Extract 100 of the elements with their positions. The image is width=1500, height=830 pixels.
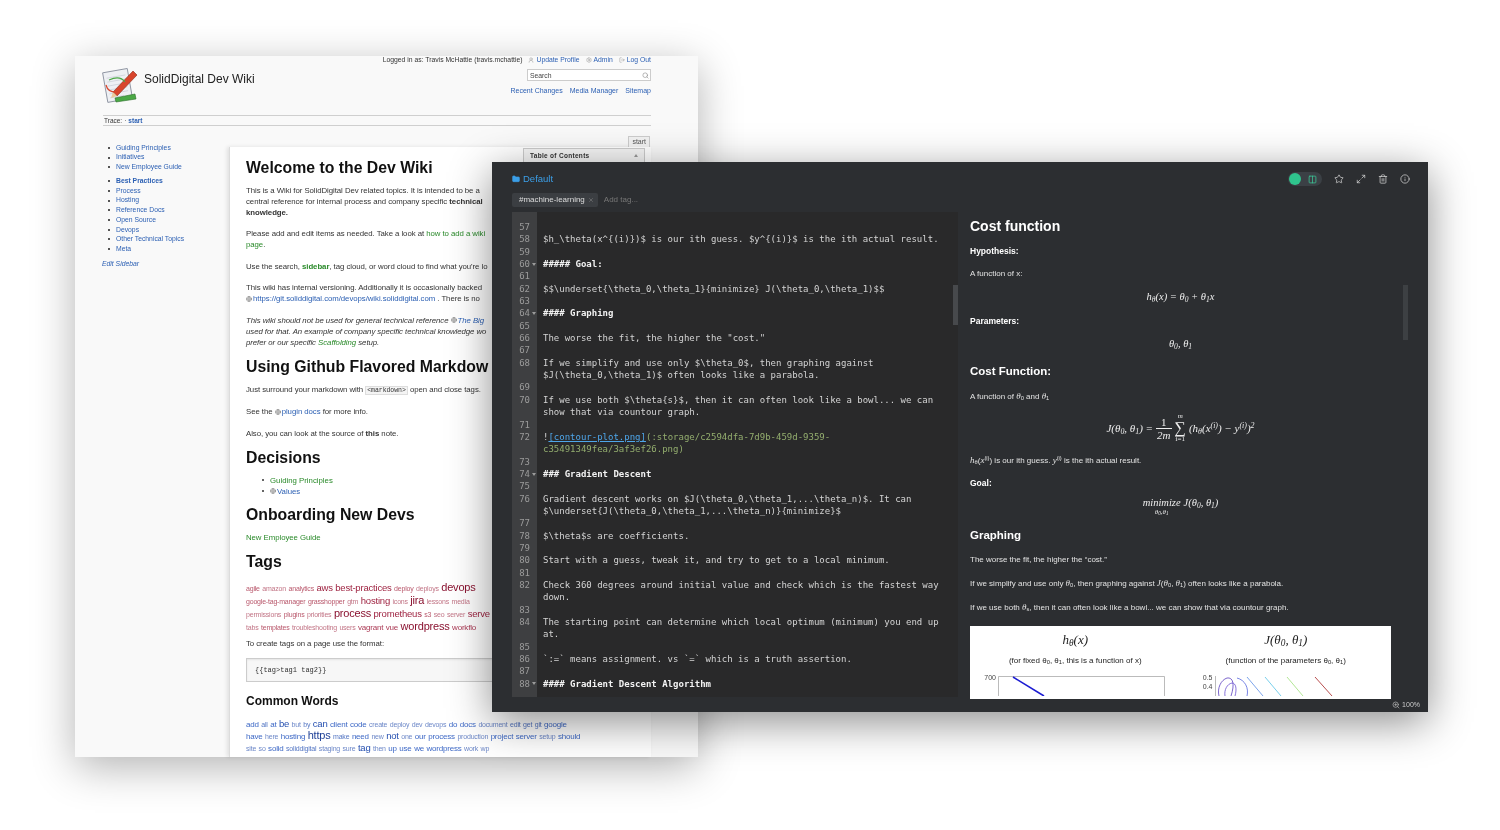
keyword-link[interactable]: prometheus [373,608,422,620]
term-link[interactable]: google [544,720,567,730]
keyword-link[interactable]: process [333,607,372,620]
source-line: The starting point can determine which local optimum (minimum) you end up at. [543,616,940,641]
keyword-link[interactable]: hosting [360,594,390,606]
term-link[interactable]: be [278,718,290,730]
fold-caret-icon[interactable] [531,682,536,686]
globe-icon [274,408,281,415]
toggle-knob [1289,173,1301,185]
term-link[interactable]: use [399,744,412,754]
hashtag-input[interactable]: Add tag... [603,194,674,206]
line-number: 63 [519,295,530,308]
term-link[interactable]: at [270,720,277,730]
heading: Graphing [970,528,1022,543]
line-number: 82 [519,578,530,592]
term-link[interactable]: up [388,744,397,754]
keyword-link[interactable]: devops [441,580,476,593]
keyword-link[interactable]: jira [410,593,425,606]
paragraph: The worse the fit, the higher the “cost.” [970,554,1107,566]
plot-title: h$_{θ}$(x) [1062,632,1088,648]
line-number: 80 [519,554,530,567]
term-link[interactable]: client [329,720,348,730]
term-link[interactable]: have [246,732,263,742]
term-link[interactable]: project [490,732,514,742]
trash-icon[interactable] [1378,174,1388,184]
source-line: $\theta$s are coefficients. [543,529,691,542]
keyword-link[interactable]: workflo [452,623,476,633]
expand-icon[interactable] [1356,174,1366,184]
keyword-link[interactable]: best-practices [335,581,392,593]
term-link[interactable]: hosting [280,732,306,742]
fold-caret-icon[interactable] [531,472,536,476]
plot-caption: (function of the parameters θ$_{0}$, θ$_{1}$) [1225,656,1346,666]
term-link[interactable]: we [414,744,424,754]
line-number: 58 [519,233,530,246]
line-number: 70 [519,393,530,407]
source-line: ### Gradient Descent [543,467,653,481]
source-line: #### Graphing [543,307,615,320]
line-number: 84 [519,616,530,629]
term-link[interactable]: process [428,732,455,742]
line-number: 66 [519,332,530,345]
caret-up-icon [634,154,638,157]
fold-caret-icon[interactable] [531,262,536,266]
folder-icon [512,175,520,183]
term-link[interactable]: https [307,729,331,742]
term-link[interactable]: not [386,730,399,742]
source-line: ![contour-plot.png](:storage/c2594dfa-7d9b-459d-9359-c35491349fea/3af3ef26.png) [543,430,832,456]
term-link[interactable]: our [414,732,426,742]
gear-icon [585,57,592,63]
term-link[interactable]: docs [459,720,476,730]
source-line: $h_\theta(x^{(i)})$ is our ith guess. $y^{(i)}$ is the ith actual result. [543,233,940,246]
source-line: ##### Goal: [543,258,604,271]
globe-icon [246,295,252,302]
term-link[interactable]: can [312,718,328,730]
scrollbar-thumb[interactable] [953,285,958,325]
math-formula: θ$_{0}$, θ$_{1}$ [1168,337,1193,352]
source-line: If we use both $\theta{s}$, then it can often look like a bowl... we can show that via countour graph. [543,393,935,419]
source-line: The worse the fit, the higher the "cost." [543,332,767,345]
heading: Decisions [246,449,321,467]
contour-line [1236,677,1248,696]
zoom-icon[interactable] [1392,700,1401,709]
contour-line [1246,676,1263,696]
term-link[interactable]: wordpress [426,744,462,754]
globe-icon [270,488,276,494]
keyword-link[interactable]: vagrant [358,623,384,633]
folder-link[interactable]: Default [523,173,554,185]
term-link[interactable]: add [246,720,259,730]
line-number: 74 [519,467,530,481]
line-number: 71 [519,418,530,431]
line-number: 69 [519,381,530,394]
term-link[interactable]: do [448,720,458,730]
hashtag-chip[interactable]: #machine-learning [512,193,598,207]
fold-caret-icon[interactable] [531,312,536,316]
paragraph: h$_{θ}$(x$^{(i)}$) is our ith guess. y$^{(i)}$ is the ith actual result. [970,454,1142,467]
star-icon[interactable] [1334,174,1344,184]
term-link[interactable]: code [349,720,367,730]
keyword-link[interactable]: aws [316,581,333,593]
label: Parameters: [970,315,1020,327]
heading: Onboarding New Devs [246,506,415,524]
heading: Welcome to the Dev Wiki [246,159,433,177]
term-link[interactable]: should [557,732,581,742]
term-link[interactable]: server [515,732,537,742]
contour-line [1223,682,1236,696]
line-number: 75 [519,480,530,493]
keyword-link[interactable]: vue [385,623,399,633]
info-icon[interactable] [1400,174,1410,184]
line-number: 61 [519,270,530,283]
term-link[interactable]: solid [268,744,284,754]
mode-toggle[interactable] [1288,172,1322,186]
keyword-link[interactable]: wordpress [400,620,450,633]
line-number: 78 [519,529,530,542]
source-line: Start with a guess, tweak it, and try to get to a local minimum. [543,554,891,567]
paragraph: A function of θ$_{0}$ and θ$_{1}$ [970,390,1050,403]
editor-pane[interactable] [512,212,958,697]
term-link[interactable]: need [351,732,369,742]
label: Hypothesis: [970,245,1019,257]
source-line: `:=` means assignment. vs `=` which is a truth assertion. [543,653,853,666]
line-number: 79 [519,541,530,555]
line-number: 73 [519,455,530,468]
term-link[interactable]: tag [357,742,371,754]
keyword-link[interactable]: serve [467,608,490,620]
